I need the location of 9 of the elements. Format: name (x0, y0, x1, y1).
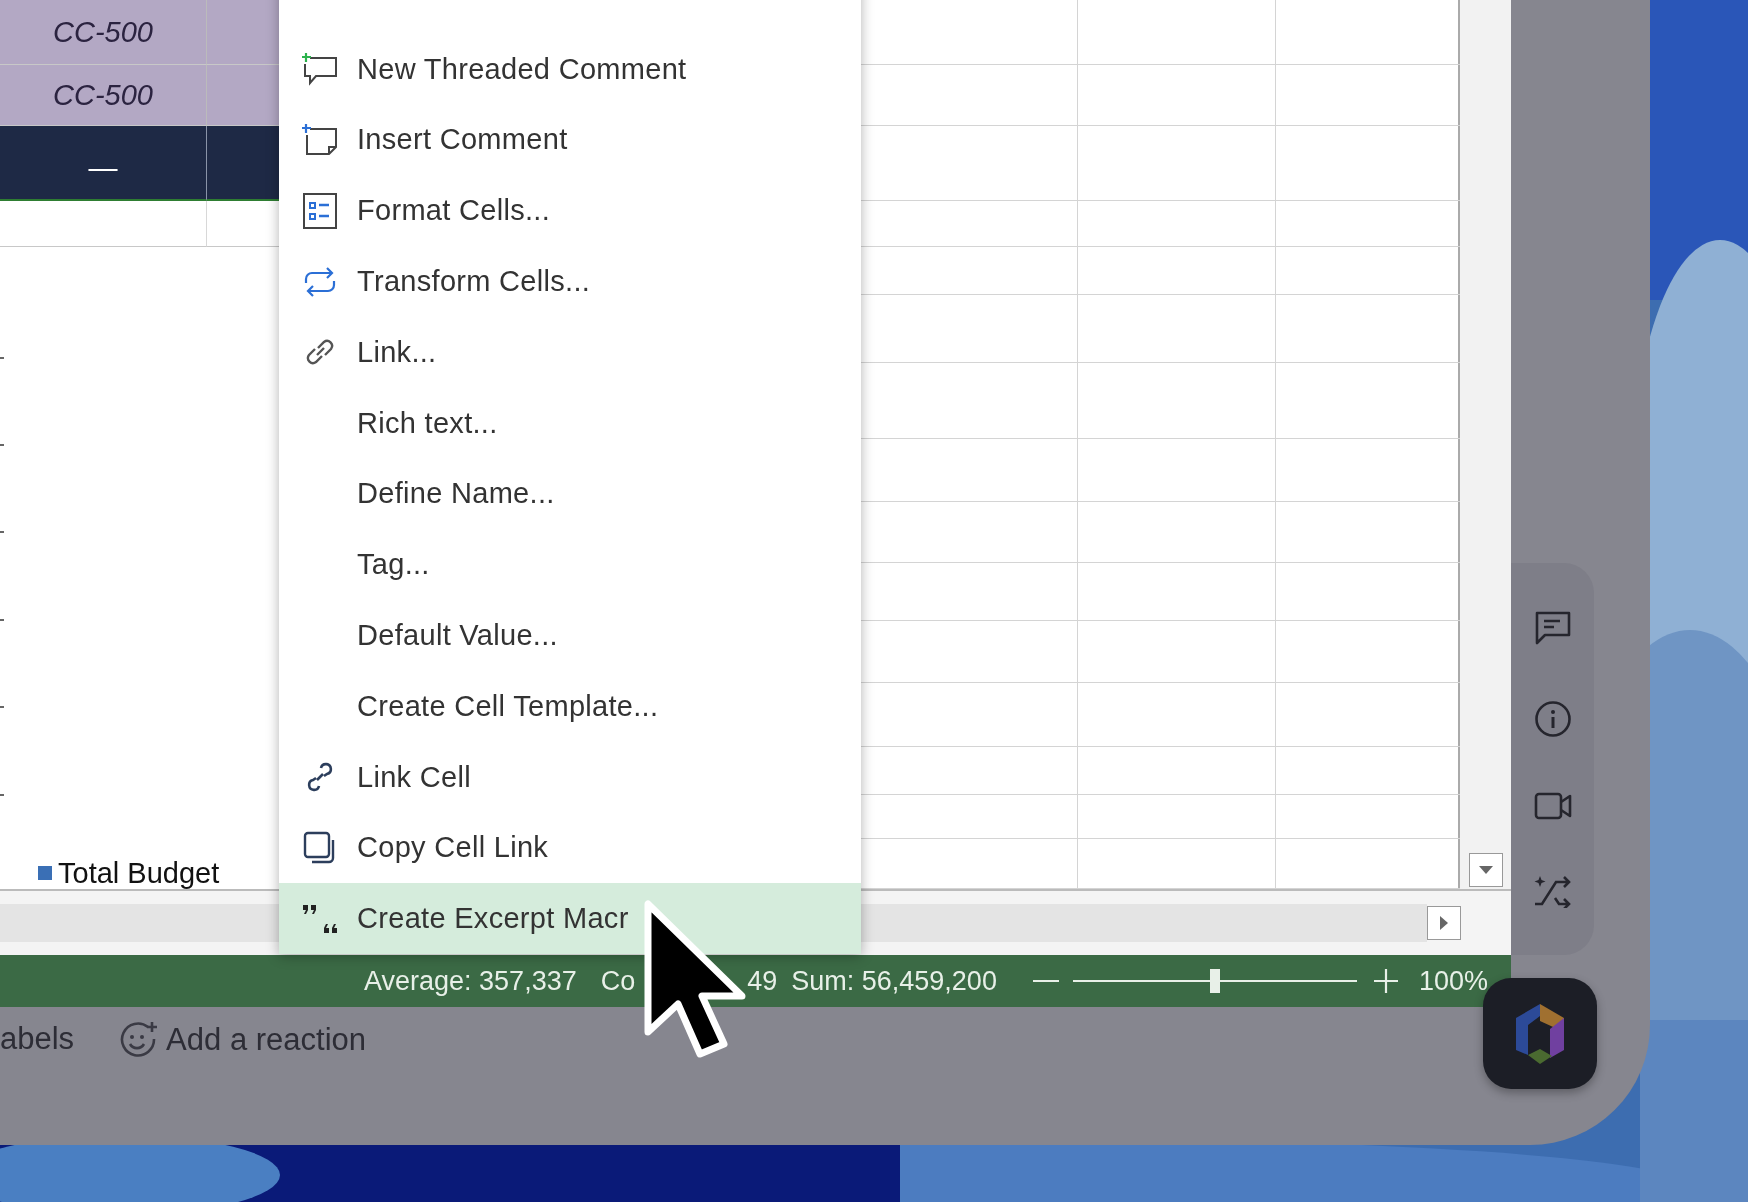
table-cell: CC-500 (0, 0, 207, 65)
zoom-percentage: 100% (1418, 965, 1488, 997)
status-average: Average: 357,337 (364, 965, 577, 997)
legend-label: Total Budget (58, 857, 220, 889)
status-count: Co (600, 965, 636, 997)
table-cell: CC-500 (0, 65, 207, 126)
total-cell: — (0, 126, 207, 201)
status-count: 49 (747, 965, 778, 997)
status-sum: Sum: 56,459,200 (791, 965, 997, 997)
